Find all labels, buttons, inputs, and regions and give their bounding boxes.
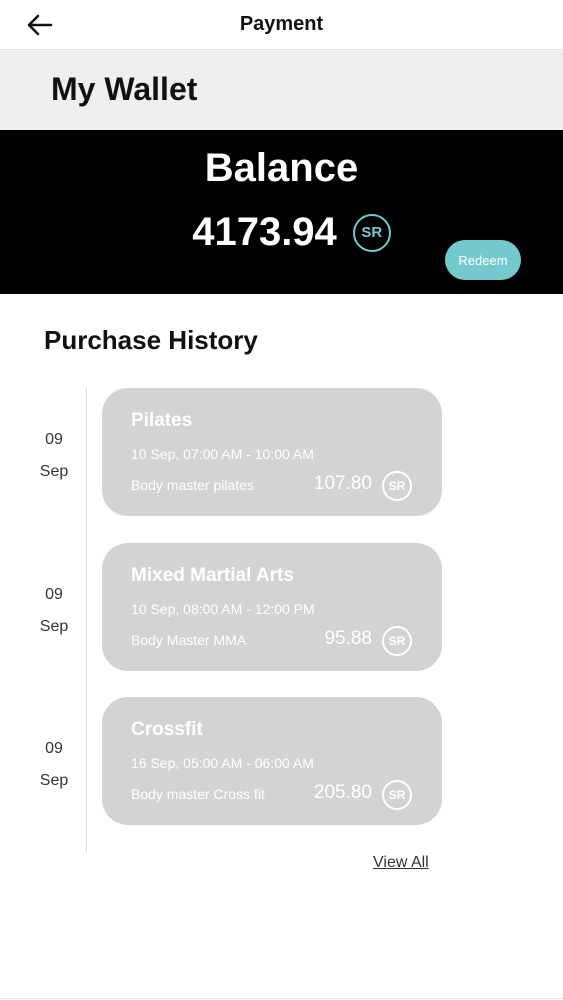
purchase-date: 09 Sep bbox=[28, 424, 80, 488]
purchase-month: Sep bbox=[39, 463, 69, 480]
bottom-divider bbox=[0, 998, 563, 999]
purchase-history-title: Purchase History bbox=[44, 325, 258, 355]
purchase-month: Sep bbox=[39, 772, 69, 789]
purchase-day: 09 bbox=[45, 586, 63, 603]
purchase-date: 09 Sep bbox=[28, 733, 80, 797]
class-title: Mixed Martial Arts bbox=[131, 565, 294, 586]
class-price: 205.80 bbox=[313, 782, 372, 803]
class-price: 107.80 bbox=[313, 473, 372, 494]
view-all-link[interactable]: View All bbox=[373, 854, 429, 872]
purchase-day: 09 bbox=[45, 431, 63, 448]
currency-sr-icon: SR bbox=[382, 626, 412, 656]
class-venue: Body master pilates bbox=[131, 477, 254, 493]
purchase-month: Sep bbox=[39, 618, 69, 635]
class-venue: Body master Cross fit bbox=[131, 786, 265, 802]
currency-sr-icon: SR bbox=[382, 471, 412, 501]
top-bar: Payment bbox=[0, 0, 563, 50]
redeem-button[interactable]: Redeem bbox=[445, 240, 521, 280]
wallet-title: My Wallet bbox=[51, 71, 198, 107]
class-time: 16 Sep, 05:00 AM - 06:00 AM bbox=[131, 755, 314, 771]
class-venue: Body Master MMA bbox=[131, 632, 247, 648]
class-title: Pilates bbox=[131, 410, 193, 431]
purchase-day: 09 bbox=[45, 740, 63, 757]
class-time: 10 Sep, 07:00 AM - 10:00 AM bbox=[131, 446, 314, 462]
purchase-card[interactable]: Crossfit 16 Sep, 05:00 AM - 06:00 AM Bod… bbox=[102, 697, 442, 825]
currency-sr-icon: SR bbox=[382, 780, 412, 810]
timeline-divider bbox=[86, 388, 87, 852]
class-title: Crossfit bbox=[131, 719, 203, 740]
page-title: Payment bbox=[239, 13, 324, 35]
class-price: 95.88 bbox=[324, 628, 372, 649]
balance-amount: 4173.94 bbox=[192, 210, 337, 254]
purchase-card[interactable]: Pilates 10 Sep, 07:00 AM - 10:00 AM Body… bbox=[102, 388, 442, 516]
wallet-section: My Wallet bbox=[0, 51, 563, 130]
balance-card: Balance 4173.94 SR Redeem bbox=[0, 130, 563, 294]
currency-sr-icon: SR bbox=[352, 213, 391, 252]
purchase-card[interactable]: Mixed Martial Arts 10 Sep, 08:00 AM - 12… bbox=[102, 543, 442, 671]
class-time: 10 Sep, 08:00 AM - 12:00 PM bbox=[131, 601, 315, 617]
balance-label: Balance bbox=[204, 146, 359, 190]
purchase-date: 09 Sep bbox=[28, 579, 80, 643]
